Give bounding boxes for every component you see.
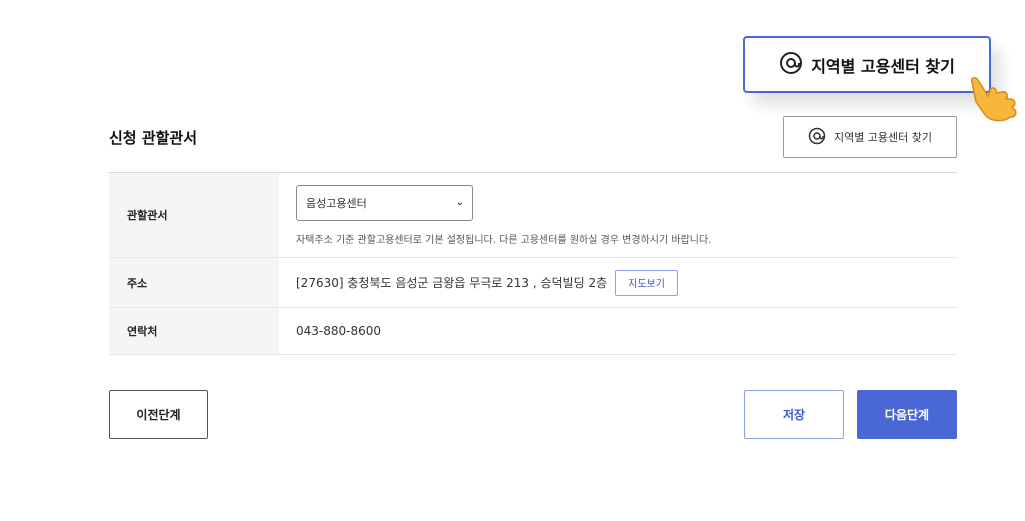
search-location-icon [779,51,803,79]
find-center-button-label: 지역별 고용센터 찾기 [833,131,933,144]
pointing-hand-icon [966,76,1022,124]
row-value: [27630] 충청북도 음성군 금왕읍 무극로 213 , 승덕빌딩 2층 지… [279,258,957,307]
row-value: 043-880-8600 [279,308,957,354]
prev-step-button[interactable]: 이전단계 [109,390,208,439]
office-select-value: 음성고용센터 [306,196,367,210]
chevron-down-icon: ⌄ [455,197,464,208]
office-hint: 자택주소 기준 관할고용센터로 기본 설정됩니다. 다른 고용센터를 원하실 경… [296,234,712,246]
office-info-table: 관할관서 음성고용센터 ⌄ 자택주소 기준 관할고용센터로 기본 설정됩니다. … [109,172,957,355]
row-label: 주소 [109,258,279,307]
section-title: 신청 관할관서 [109,129,198,147]
office-select[interactable]: 음성고용센터 ⌄ [296,184,473,221]
view-map-button[interactable]: 지도보기 [615,269,678,296]
next-step-button[interactable]: 다음단계 [857,390,957,439]
search-location-icon [808,127,826,148]
callout-label: 지역별 고용센터 찾기 [811,56,955,76]
save-button[interactable]: 저장 [744,390,844,439]
table-row: 관할관서 음성고용센터 ⌄ 자택주소 기준 관할고용센터로 기본 설정됩니다. … [109,173,957,258]
row-label: 관할관서 [109,173,279,257]
find-center-callout[interactable]: 지역별 고용센터 찾기 [743,36,991,93]
phone-text: 043-880-8600 [296,324,382,338]
row-label: 연락처 [109,308,279,354]
row-value: 음성고용센터 ⌄ 자택주소 기준 관할고용센터로 기본 설정됩니다. 다른 고용… [279,173,957,257]
address-text: [27630] 충청북도 음성군 금왕읍 무극로 213 , 승덕빌딩 2층 [296,276,608,290]
table-row: 연락처 043-880-8600 [109,308,957,355]
find-center-button[interactable]: 지역별 고용센터 찾기 [783,116,957,158]
table-row: 주소 [27630] 충청북도 음성군 금왕읍 무극로 213 , 승덕빌딩 2… [109,258,957,308]
